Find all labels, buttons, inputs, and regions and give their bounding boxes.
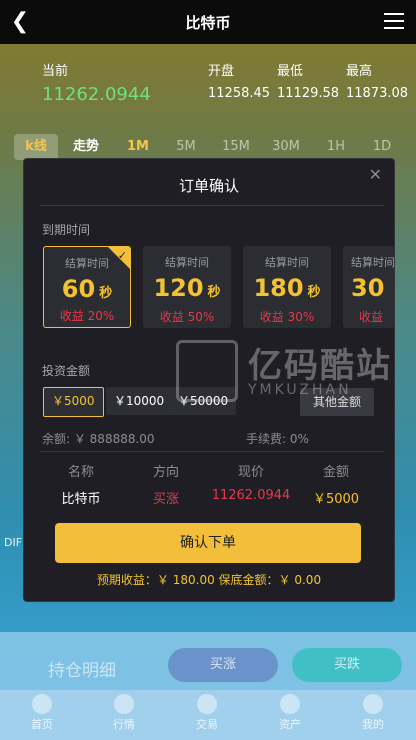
invest-label: 投资金额 <box>42 364 91 378</box>
nav-home-label: 首页 <box>31 718 53 731</box>
card-unit: 秒 <box>99 286 113 301</box>
wallet-icon <box>280 694 300 714</box>
check-icon: ✓ <box>108 247 130 269</box>
nav-market-label: 行情 <box>113 718 135 731</box>
high-value: 11873.08 <box>346 86 409 101</box>
amount-option-10000[interactable]: ￥10000 <box>106 387 173 415</box>
card-unit: 秒 <box>207 285 221 300</box>
user-icon <box>363 694 383 714</box>
col-name-header: 名称 <box>67 465 94 480</box>
nav-trade[interactable]: 交易 <box>177 694 237 732</box>
nav-assets[interactable]: 资产 <box>260 694 320 732</box>
current-price: 11262.0944 <box>42 84 151 105</box>
home-icon <box>32 694 52 714</box>
trade-icon <box>197 694 217 714</box>
nav-trade-label: 交易 <box>196 718 218 731</box>
open-value: 11258.45 <box>208 86 271 101</box>
market-icon <box>114 694 134 714</box>
tab-trend[interactable]: 走势 <box>64 134 108 160</box>
order-amount: ￥5000 <box>312 492 360 507</box>
tab-1d[interactable]: 1D <box>362 134 402 160</box>
page-title: 比特币 <box>185 14 231 32</box>
tab-1m[interactable]: 1M <box>118 134 158 160</box>
close-icon[interactable]: ✕ <box>369 165 382 184</box>
balance-text: 余额: ￥ 888888.00 <box>42 432 155 446</box>
expiry-card-60[interactable]: ✓ 结算时间 60 秒 收益 20% <box>43 246 131 328</box>
high-label: 最高 <box>346 64 373 79</box>
chart-tabs: k线 走势 1M 5M 15M 30M 1H 1D <box>0 134 416 160</box>
expiry-card-partial[interactable]: 结算时间 30 收益 <box>343 246 394 328</box>
code-icon <box>176 340 238 402</box>
tab-15m[interactable]: 15M <box>214 134 258 160</box>
nav-home[interactable]: 首页 <box>12 694 72 732</box>
col-direction-header: 方向 <box>152 465 179 480</box>
bottom-nav: 首页 行情 交易 资产 我的 <box>0 690 416 740</box>
expiry-label: 到期时间 <box>42 223 91 237</box>
menu-icon[interactable] <box>384 13 404 31</box>
tab-5m[interactable]: 5M <box>166 134 206 160</box>
card-unit: 秒 <box>307 285 321 300</box>
watermark-small-text: YMKUZHAN <box>248 382 352 398</box>
nav-mine-label: 我的 <box>362 718 384 731</box>
tab-kline[interactable]: k线 <box>14 134 58 160</box>
confirm-order-button[interactable]: 确认下单 <box>55 523 361 563</box>
open-label: 开盘 <box>208 64 235 79</box>
buy-down-button[interactable]: 买跌 <box>292 648 402 682</box>
card-income: 收益 20% <box>59 309 115 323</box>
nav-mine[interactable]: 我的 <box>343 694 403 732</box>
dif-label: DIF <box>4 536 23 549</box>
card-number: 120 <box>153 274 204 302</box>
col-amount-header: 金额 <box>322 465 349 480</box>
card-caption: 结算时间 <box>165 256 209 269</box>
tab-30m[interactable]: 30M <box>264 134 308 160</box>
low-label: 最低 <box>277 64 304 79</box>
watermark-logo: 亿码酷站 YMKUZHAN <box>176 334 416 404</box>
card-income: 收益 <box>359 310 384 324</box>
amount-option-5000[interactable]: ￥5000 <box>43 387 104 417</box>
low-value: 11129.58 <box>277 86 340 101</box>
col-price-header: 现价 <box>237 465 264 480</box>
expiry-card-120[interactable]: 结算时间 120 秒 收益 50% <box>143 246 231 328</box>
card-caption: 结算时间 <box>351 256 394 269</box>
top-bar: ❮ 比特币 <box>0 0 416 44</box>
nav-market[interactable]: 行情 <box>94 694 154 732</box>
card-number: 60 <box>61 275 96 303</box>
divider <box>40 205 384 206</box>
card-number: 30 <box>351 274 385 302</box>
expiry-card-180[interactable]: 结算时间 180 秒 收益 30% <box>243 246 331 328</box>
card-caption: 结算时间 <box>265 256 309 269</box>
nav-assets-label: 资产 <box>279 718 301 731</box>
fee-text: 手续费: 0% <box>246 432 309 446</box>
current-label: 当前 <box>42 64 69 79</box>
card-number: 180 <box>253 274 304 302</box>
buy-up-button[interactable]: 买涨 <box>168 648 278 682</box>
card-income: 收益 50% <box>159 310 215 324</box>
watermark-big-text: 亿码酷站 <box>248 346 392 386</box>
expected-income-text: 预期收益：￥ 180.00 保底金额：￥ 0.00 <box>96 573 322 587</box>
divider <box>40 451 384 452</box>
tab-1h[interactable]: 1H <box>316 134 356 160</box>
hold-details-label[interactable]: 持仓明细 <box>48 656 116 681</box>
modal-title: 订单确认 <box>178 177 239 195</box>
card-income: 收益 30% <box>259 310 315 324</box>
